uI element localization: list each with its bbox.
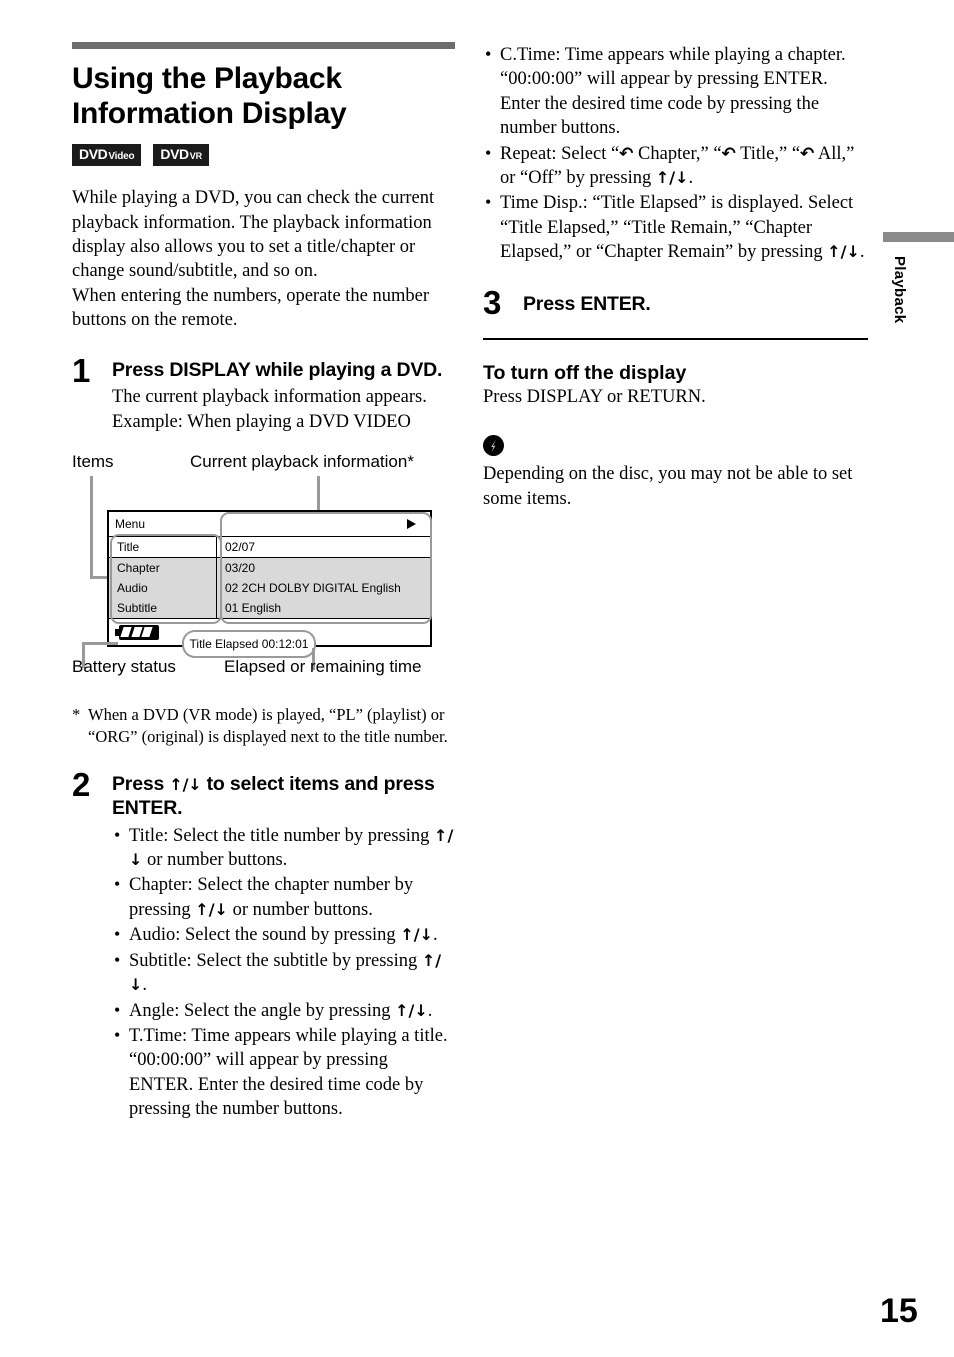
updown-arrow-icon: ↑/↓ [195,899,228,919]
bullet-subtitle-pre: Subtitle: Select the subtitle by pressin… [129,950,422,971]
bullet-title-pre: Title: Select the title number by pressi… [129,825,435,846]
step-1: 1 Press DISPLAY while playing a DVD. The… [72,351,455,435]
bullet-audio: Audio: Select the sound by pressing ↑/↓. [112,923,455,947]
bullet-angle-post: . [427,1000,433,1021]
intro-paragraph-2: When entering the numbers, operate the n… [72,285,430,331]
bullet-audio-pre: Audio: Select the sound by pressing [129,925,401,946]
section-tab-bar [883,232,954,242]
bullet-title-post: or number buttons. [142,850,288,871]
repeat-loop-icon: ↶ [800,143,815,164]
badge-dvd-video-main: DVD [79,146,108,163]
bullet-repeat-post: . [688,168,694,189]
leader-battery-horizontal [82,642,118,645]
step-1-line-2: Example: When playing a DVD VIDEO [112,411,411,432]
callout-current-info-box [220,512,432,625]
bullet-title: Title: Select the title number by pressi… [112,824,455,873]
diagram-label-time: Elapsed or remaining time [224,657,422,677]
step-2-bullets: Title: Select the title number by pressi… [112,824,455,1122]
bullet-ctime: C.Time: Time appears while playing a cha… [483,43,868,141]
updown-arrow-icon: ↑/↓ [655,168,689,188]
left-column: Using the Playback Information Display D… [72,42,455,1122]
intro-paragraphs: While playing a DVD, you can check the c… [72,186,455,332]
page-title: Using the Playback Information Display [72,62,347,131]
bullet-angle-pre: Angle: Select the angle by pressing [129,1000,396,1021]
bullet-ttime: T.Time: Time appears while playing a tit… [112,1024,455,1122]
callout-time-bubble: Title Elapsed 00:12:01 [182,630,316,659]
bullet-audio-post: . [432,925,438,946]
bullet-repeat-pre: Repeat: Select “ [500,143,620,164]
repeat-loop-icon: ↶ [721,143,736,164]
bullet-ctime-text: C.Time: Time appears while playing a cha… [500,45,846,139]
step-3: 3 Press ENTER. [483,283,868,321]
turn-off-heading: To turn off the display [483,362,687,384]
updown-arrow-icon: ↑/↓ [395,1000,428,1020]
bullet-chapter-post: or number buttons. [227,899,373,920]
bullet-chapter: Chapter: Select the chapter number by pr… [112,873,455,922]
section-tab-label: Playback [891,256,908,324]
section-divider [483,338,868,340]
bullet-timedisp-pre: Time Disp.: “Title Elapsed” is displayed… [500,193,854,263]
step-2-bullets-continued: C.Time: Time appears while playing a cha… [483,43,868,265]
step-2-heading: Press ↑/↓ to select items and press ENTE… [112,773,455,821]
repeat-loop-icon: ↶ [619,143,634,164]
leader-items-vertical [90,476,93,529]
badge-dvd-video-sub: Video [108,151,135,163]
bullet-repeat-mid2: Title,” “ [735,143,801,164]
callout-items-box [110,534,222,625]
footnote-text: When a DVD (VR mode) is played, “PL” (pl… [88,705,448,746]
step-2: 2 Press ↑/↓ to select items and press EN… [72,766,455,1122]
right-column: C.Time: Time appears while playing a cha… [483,42,868,511]
disc-type-badges: DVD Video DVD VR [72,144,455,167]
leader-current-info [317,476,320,511]
bullet-angle: Angle: Select the angle by pressing ↑/↓. [112,999,455,1023]
bullet-repeat: Repeat: Select “↶ Chapter,” “↶ Title,” “… [483,142,868,191]
step-1-heading: Press DISPLAY while playing a DVD. [112,358,443,381]
note-text: Depending on the disc, you may not be ab… [483,464,853,509]
diagram-label-items: Items [72,452,114,472]
bullet-repeat-mid1: Chapter,” “ [633,143,722,164]
title-rule [72,42,455,49]
footnote-star: * [72,705,81,725]
diagram-label-battery: Battery status [72,657,176,677]
bullet-timedisp: Time Disp.: “Title Elapsed” is displayed… [483,191,868,264]
section-tab: Playback [883,232,954,323]
osd-menu-label: Menu [115,517,146,532]
manual-page: Using the Playback Information Display D… [0,0,954,1357]
badge-dvd-vr-sub: VR [189,151,202,162]
battery-icon [115,624,159,640]
badge-dvd-vr-main: DVD [160,146,189,163]
footnote: * When a DVD (VR mode) is played, “PL” (… [72,704,455,747]
updown-arrow-icon: ↑/↓ [169,775,202,795]
step-3-heading: Press ENTER. [523,292,651,315]
step-2-number: 2 [72,766,91,804]
caution-note-icon [483,435,504,457]
badge-dvd-vr: DVD VR [153,144,209,167]
step-1-number: 1 [72,351,91,389]
intro-paragraph-1: While playing a DVD, you can check the c… [72,188,435,282]
step-1-line-1: The current playback information appears… [112,387,427,408]
updown-arrow-icon: ↑/↓ [400,925,433,945]
badge-dvd-video: DVD Video [72,144,142,167]
osd-diagram: Items Current playback information* Menu… [72,452,455,682]
leader-items-vertical-2 [90,528,93,579]
step-2-heading-pre: Press [112,773,170,796]
page-number: 15 [880,1292,918,1330]
updown-arrow-icon: ↑/↓ [827,242,860,262]
bullet-subtitle: Subtitle: Select the subtitle by pressin… [112,949,455,998]
bullet-ttime-text: T.Time: Time appears while playing a tit… [129,1025,448,1120]
turn-off-text: Press DISPLAY or RETURN. [483,387,706,407]
step-3-number: 3 [483,283,502,321]
bullet-timedisp-post: . [859,242,865,263]
diagram-label-current-info: Current playback information* [190,452,414,472]
bullet-subtitle-post: . [142,975,148,996]
